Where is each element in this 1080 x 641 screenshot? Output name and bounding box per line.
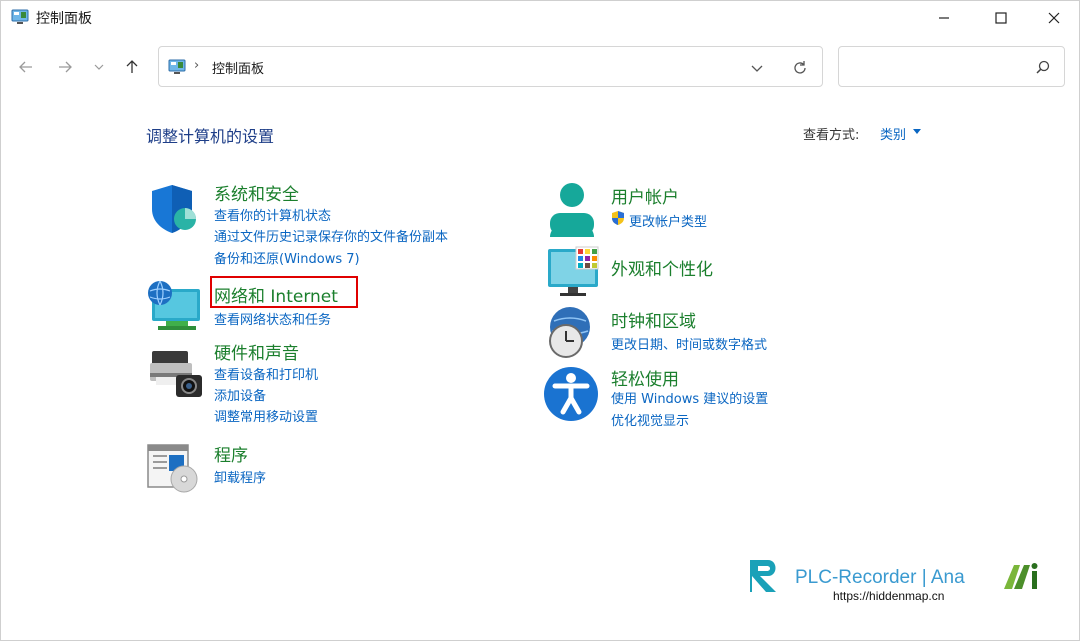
category-title-system-security[interactable]: 系统和安全 [214, 180, 299, 205]
link-file-history-backup[interactable]: 通过文件历史记录保存你的文件备份副本 [214, 226, 448, 245]
control-panel-location-icon [168, 59, 186, 74]
view-by-dropdown[interactable]: 类别 [880, 124, 906, 143]
search-input[interactable] [847, 55, 1027, 79]
link-add-device[interactable]: 添加设备 [214, 385, 266, 404]
link-uninstall-program[interactable]: 卸载程序 [214, 467, 266, 486]
shield-icon [152, 185, 196, 233]
search-box[interactable] [838, 46, 1065, 87]
up-button[interactable] [119, 54, 145, 80]
maximize-icon [995, 12, 1007, 24]
back-button[interactable] [13, 54, 39, 80]
category-title-hardware-sound[interactable]: 硬件和声音 [214, 339, 299, 364]
user-icon [550, 183, 594, 237]
caret-down-icon[interactable] [913, 129, 921, 134]
link-view-devices-printers[interactable]: 查看设备和打印机 [214, 364, 318, 383]
monitor-personalize-icon [548, 246, 599, 296]
breadcrumb-separator: › [194, 58, 200, 73]
title-bar: 控制面板 [1, 1, 1079, 35]
recent-locations-button[interactable] [86, 54, 112, 80]
arrow-up-icon [126, 60, 138, 73]
link-change-account-type[interactable]: 更改帐户类型 [629, 211, 707, 230]
minimize-button[interactable] [921, 1, 967, 35]
breadcrumb-control-panel[interactable]: 控制面板 [212, 58, 264, 77]
uac-shield-icon [612, 211, 624, 225]
address-bar[interactable]: › 控制面板 [158, 46, 823, 87]
watermark-url: https://hiddenmap.cn [833, 589, 945, 603]
control-panel-window: 控制面板 › 控制面板 调整计算机的设置 查看方式: 类别 系统和安全 查看你的… [0, 0, 1080, 641]
control-panel-app-icon [11, 9, 29, 24]
chevron-down-icon[interactable] [748, 59, 766, 77]
arrow-right-icon [59, 61, 72, 73]
chevron-down-icon [94, 64, 104, 70]
link-view-network-status[interactable]: 查看网络状态和任务 [214, 309, 331, 328]
watermark-brand: PLC-Recorder | Ana [795, 567, 965, 588]
search-icon[interactable] [1035, 59, 1051, 75]
category-title-user-accounts[interactable]: 用户帐户 [611, 183, 679, 208]
arrow-left-icon [19, 61, 32, 73]
category-title-network-internet[interactable]: 网络和 Internet [214, 282, 338, 307]
programs-icon [147, 444, 198, 493]
close-icon [1048, 12, 1060, 24]
accessibility-icon [544, 367, 598, 421]
category-title-appearance[interactable]: 外观和个性化 [611, 255, 713, 280]
ai-logo [1004, 563, 1038, 589]
page-title: 调整计算机的设置 [146, 127, 275, 146]
link-windows-recommended-settings[interactable]: 使用 Windows 建议的设置 [611, 388, 768, 407]
maximize-button[interactable] [978, 1, 1024, 35]
view-by-label: 查看方式: [803, 128, 860, 143]
link-backup-restore[interactable]: 备份和还原(Windows 7) [214, 248, 360, 267]
close-button[interactable] [1031, 1, 1077, 35]
window-title: 控制面板 [36, 11, 92, 27]
minimize-icon [939, 17, 949, 19]
link-mobility-settings[interactable]: 调整常用移动设置 [214, 406, 318, 425]
clock-globe-icon [549, 307, 590, 358]
refresh-icon[interactable] [791, 59, 809, 77]
plc-recorder-logo [750, 560, 776, 592]
link-change-date-time-format[interactable]: 更改日期、时间或数字格式 [611, 334, 767, 353]
forward-button[interactable] [52, 54, 78, 80]
link-optimize-visual-display[interactable]: 优化视觉显示 [611, 410, 689, 429]
category-title-clock-region[interactable]: 时钟和区域 [611, 307, 696, 332]
category-title-ease-access[interactable]: 轻松使用 [611, 365, 679, 390]
category-title-programs[interactable]: 程序 [214, 441, 248, 466]
network-globe-icon [148, 280, 200, 330]
printer-icon [150, 351, 202, 397]
link-view-computer-status[interactable]: 查看你的计算机状态 [214, 205, 331, 224]
